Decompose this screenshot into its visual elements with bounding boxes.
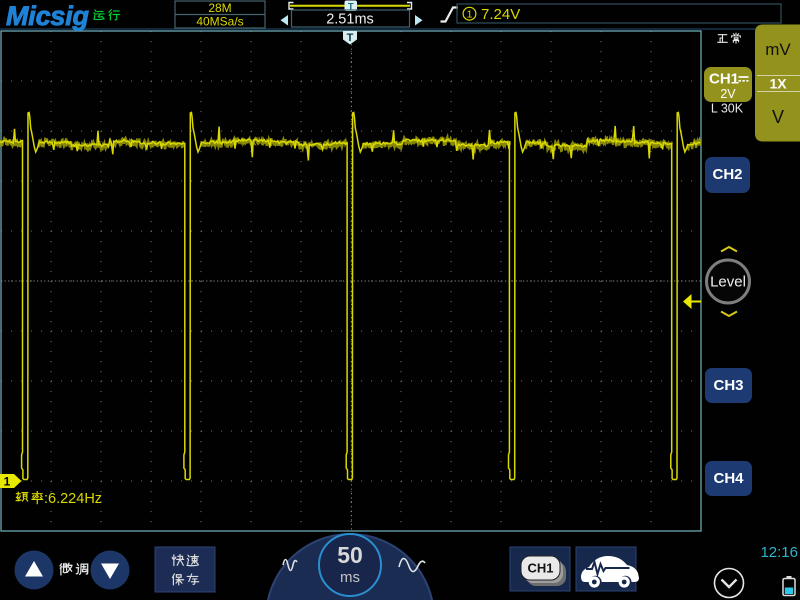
svg-text:40MSa/s: 40MSa/s: [196, 15, 243, 29]
svg-text::6.224Hz: :6.224Hz: [44, 491, 102, 507]
svg-text:Level: Level: [710, 274, 746, 291]
svg-text:T: T: [347, 32, 354, 44]
svg-text:50: 50: [337, 542, 363, 568]
svg-text:L 30K: L 30K: [711, 102, 744, 116]
svg-text:1X: 1X: [769, 76, 787, 92]
svg-text:ms: ms: [340, 569, 360, 586]
svg-text:Micsig: Micsig: [6, 1, 90, 31]
svg-text:1: 1: [467, 9, 473, 21]
svg-text:V: V: [772, 107, 784, 127]
svg-text:CH1: CH1: [527, 561, 553, 576]
svg-text:1: 1: [4, 475, 11, 489]
svg-text:mV: mV: [765, 40, 791, 59]
svg-text:7.24V: 7.24V: [481, 6, 520, 23]
svg-text:12:16: 12:16: [760, 544, 798, 561]
svg-text:2V: 2V: [720, 87, 736, 101]
svg-text:28M: 28M: [208, 1, 231, 15]
svg-text:2.51ms: 2.51ms: [326, 12, 374, 28]
svg-text:CH1: CH1: [709, 71, 739, 88]
